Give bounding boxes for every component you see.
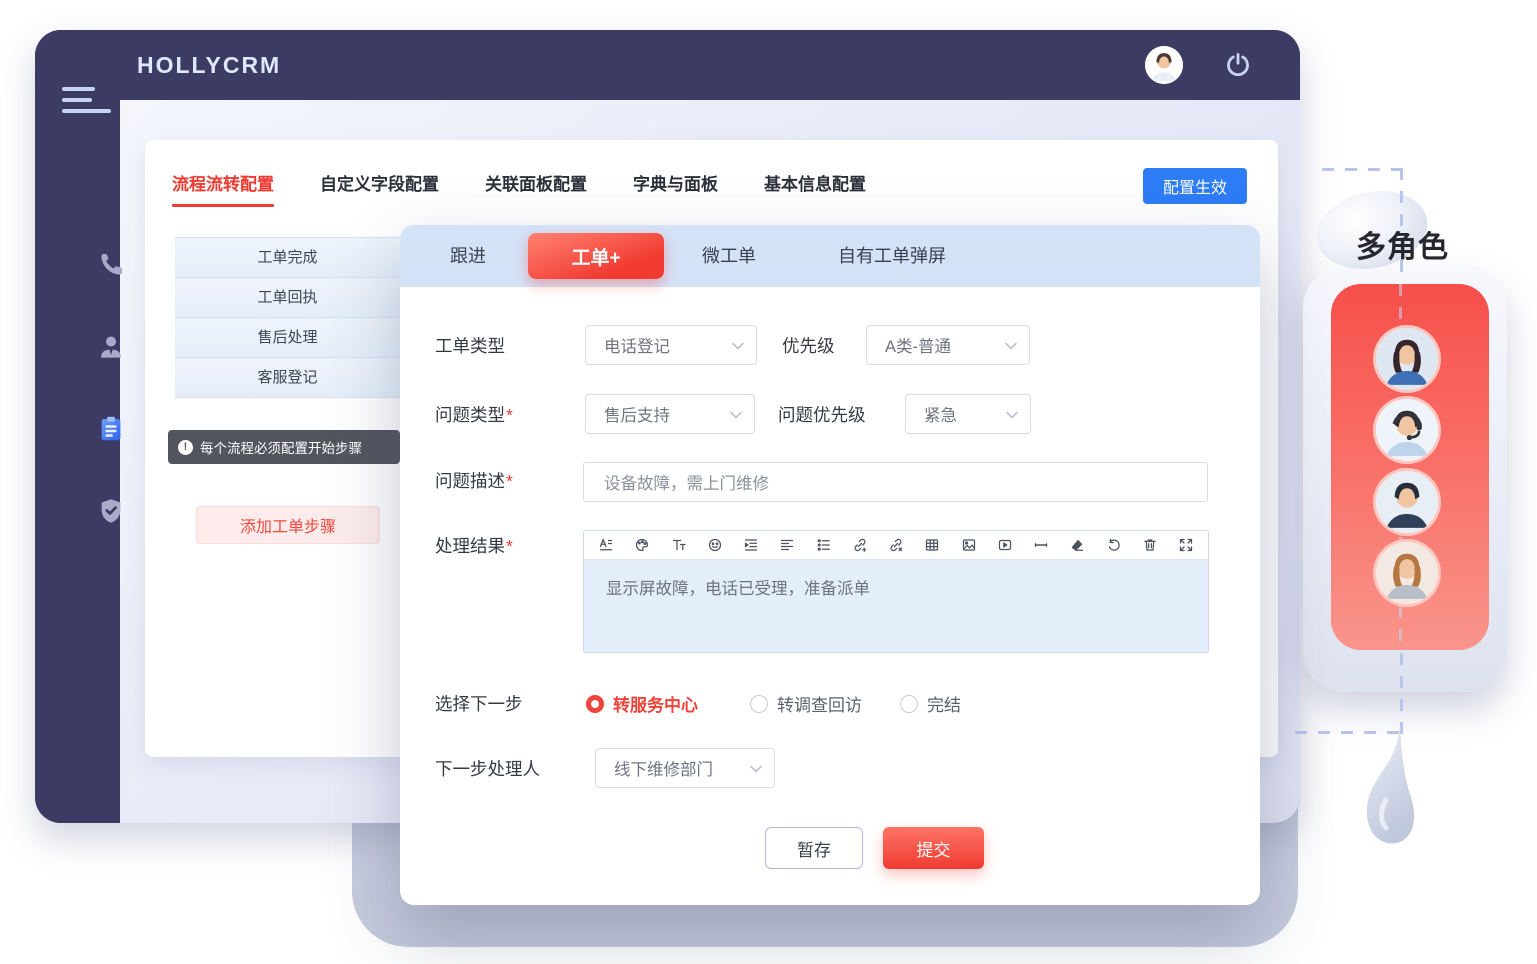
workorder-tabbar: 跟进 工单+ 微工单 自有工单弹屏 [400, 225, 1260, 287]
field-label-result: 处理结果* [435, 533, 513, 558]
field-label-issue-type: 问题类型* [435, 402, 513, 427]
select-issue-priority[interactable]: 紧急 [905, 394, 1031, 434]
role-avatar-3[interactable] [1373, 468, 1441, 536]
sidebar-item-shield-check[interactable] [96, 496, 128, 528]
radio-selected-icon [586, 695, 604, 713]
video-icon[interactable] [997, 537, 1013, 553]
eraser-icon[interactable] [1069, 537, 1085, 553]
select-next-handler[interactable]: 线下维修部门 [595, 748, 775, 788]
workflow-step-row[interactable]: 工单回执 [175, 278, 400, 318]
workorder-modal: 跟进 工单+ 微工单 自有工单弹屏 工单类型 电话登记 优先级 A类-普通 问题… [400, 225, 1260, 905]
tooltip-text: 每个流程必须配置开始步骤 [200, 437, 362, 457]
field-label-type: 工单类型 [435, 333, 505, 358]
link-add-icon[interactable] [852, 537, 868, 553]
tab-micro-workorder[interactable]: 微工单 [702, 225, 756, 287]
select-workorder-type[interactable]: 电话登记 [585, 325, 757, 365]
workflow-step-row[interactable]: 客服登记 [175, 358, 400, 398]
align-icon[interactable] [779, 537, 795, 553]
chevron-down-icon [1006, 405, 1018, 424]
radio-next-step-0[interactable]: 转服务中心 [586, 691, 698, 716]
sidebar-item-phone[interactable] [96, 250, 128, 282]
radio-next-step-1[interactable]: 转调查回访 [750, 691, 862, 716]
tab-own-popup[interactable]: 自有工单弹屏 [838, 225, 946, 287]
horizontal-rule-icon[interactable] [1033, 537, 1049, 553]
issue-description-input[interactable]: 设备故障，需上门维修 [583, 462, 1208, 502]
emoji-icon[interactable] [707, 537, 723, 553]
table-icon[interactable] [924, 537, 940, 553]
workflow-step-list: 工单完成工单回执售后处理客服登记 [175, 237, 400, 398]
editor-toolbar [584, 531, 1208, 560]
undo-icon[interactable] [1106, 537, 1122, 553]
save-draft-button[interactable]: 暂存 [765, 827, 863, 869]
role-avatar-4[interactable] [1373, 539, 1441, 607]
config-tab-0[interactable]: 流程流转配置 [172, 170, 274, 195]
indent-icon[interactable] [743, 537, 759, 553]
role-avatar-card [1331, 284, 1489, 650]
app-title: HOLLYCRM [137, 30, 281, 100]
workflow-step-row[interactable]: 工单完成 [175, 238, 400, 278]
editor-content[interactable]: 显示屏故障，电话已受理，准备派单 [584, 560, 1208, 653]
fullscreen-icon[interactable] [1178, 537, 1194, 553]
field-label-next-handler: 下一步处理人 [435, 756, 540, 781]
add-step-button[interactable]: 添加工单步骤 [196, 506, 380, 544]
font-size-icon[interactable] [671, 537, 687, 553]
link-remove-icon[interactable] [888, 537, 904, 553]
config-tabs: 流程流转配置 自定义字段配置 关联面板配置 字典与面板 基本信息配置 [172, 170, 866, 195]
field-label-issue-desc: 问题描述* [435, 468, 513, 493]
submit-button[interactable]: 提交 [883, 827, 984, 869]
field-label-issue-priority: 问题优先级 [778, 402, 866, 427]
image-icon[interactable] [961, 537, 977, 553]
screenshot-stage: HOLLYCRM 流程流转配置自定义字段配置关联面板配置字典与面板基本信息配置 … [0, 0, 1537, 964]
trash-icon[interactable] [1142, 537, 1158, 553]
radio-label: 转服务中心 [613, 691, 698, 716]
sidebar-item-workorder-clipboard[interactable] [96, 414, 128, 446]
tab-follow-up[interactable]: 跟进 [450, 225, 486, 287]
select-priority[interactable]: A类-普通 [866, 325, 1030, 365]
exclamation-icon: ! [178, 440, 193, 455]
tab-workorder-active[interactable]: 工单+ [528, 233, 664, 279]
radio-label: 转调查回访 [777, 691, 862, 716]
apply-config-button[interactable]: 配置生效 [1143, 168, 1247, 204]
power-icon[interactable] [1223, 50, 1253, 80]
multi-role-panel [1303, 266, 1507, 692]
chevron-down-icon [750, 759, 762, 778]
rich-text-editor: 显示屏故障，电话已受理，准备派单 [583, 530, 1209, 653]
config-tab-4[interactable]: 基本信息配置 [764, 170, 866, 195]
user-avatar[interactable] [1145, 46, 1183, 84]
radio-next-step-2[interactable]: 完结 [900, 691, 961, 716]
chevron-down-icon [730, 405, 742, 424]
chevron-down-icon [1005, 336, 1017, 355]
role-avatar-1[interactable] [1373, 325, 1441, 393]
droplet-decoration [1356, 722, 1418, 867]
multi-role-caption: 多角色 [1356, 222, 1449, 266]
field-label-next-step: 选择下一步 [435, 691, 523, 716]
role-avatar-2[interactable] [1373, 396, 1441, 464]
sidebar-item-user[interactable] [96, 332, 128, 364]
flow-warning-tooltip: ! 每个流程必须配置开始步骤 [168, 430, 400, 464]
select-issue-type[interactable]: 售后支持 [585, 394, 755, 434]
palette-icon[interactable] [634, 537, 650, 553]
workflow-step-row[interactable]: 售后处理 [175, 318, 400, 358]
text-format-icon[interactable] [598, 537, 614, 553]
radio-unselected-icon [750, 695, 768, 713]
dashed-guide-line [1322, 168, 1402, 171]
chevron-down-icon [732, 336, 744, 355]
field-label-priority: 优先级 [782, 333, 835, 358]
config-tab-1[interactable]: 自定义字段配置 [320, 170, 439, 195]
radio-unselected-icon [900, 695, 918, 713]
radio-label: 完结 [927, 691, 961, 716]
config-tab-2[interactable]: 关联面板配置 [485, 170, 587, 195]
config-tab-3[interactable]: 字典与面板 [633, 170, 718, 195]
list-icon[interactable] [816, 537, 832, 553]
